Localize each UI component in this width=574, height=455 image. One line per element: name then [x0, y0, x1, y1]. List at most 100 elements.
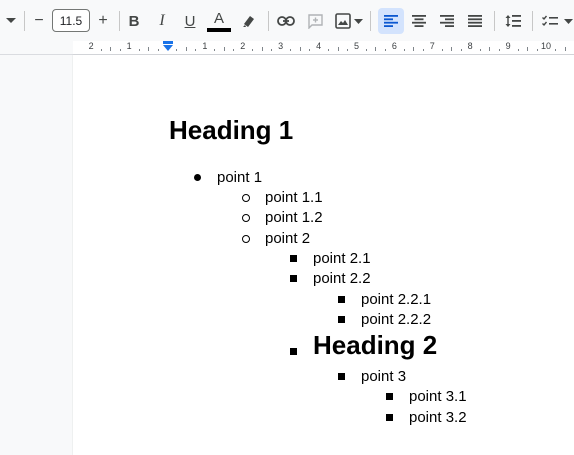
underline-button[interactable]: U — [179, 10, 201, 32]
ruler-tick — [536, 49, 538, 51]
insert-link-icon[interactable] — [275, 10, 297, 32]
ruler-number: 9 — [505, 41, 511, 51]
ruler-tick — [365, 49, 367, 51]
insert-image-icon[interactable] — [332, 10, 354, 32]
justify-button[interactable] — [464, 10, 486, 32]
ruler-tick — [479, 49, 481, 51]
toolbar: − 11.5 + B I U A — [0, 0, 574, 41]
ruler-number: 2 — [240, 41, 246, 51]
ruler-tick — [252, 49, 254, 51]
list-bullet — [290, 348, 297, 355]
align-left-button[interactable] — [378, 8, 404, 34]
ruler-tick — [564, 47, 566, 51]
heading-1: Heading 1 — [169, 115, 294, 145]
ruler-tick — [299, 47, 301, 51]
ruler-number: 8 — [467, 41, 473, 51]
italic-button[interactable]: I — [151, 10, 173, 32]
align-right-button[interactable] — [436, 10, 458, 32]
list-bullet — [338, 316, 345, 323]
font-size-input[interactable]: 11.5 — [52, 9, 90, 32]
ruler-number: 6 — [391, 41, 397, 51]
ruler-tick — [555, 49, 557, 51]
ruler-number: 3 — [278, 41, 284, 51]
ruler-tick — [290, 49, 292, 51]
bold-button[interactable]: B — [123, 10, 145, 32]
ruler-tick — [460, 49, 462, 51]
ruler: 2 1 1 2 3 4 5 6 7 8 9 10 — [0, 41, 574, 55]
list-bullet — [386, 414, 393, 421]
list-item: point 3 — [361, 368, 407, 385]
text-color-button[interactable]: A — [206, 8, 232, 34]
list-item: point 2.2 — [313, 270, 371, 287]
toolbar-divider — [268, 11, 269, 31]
text-color-swatch — [207, 27, 231, 32]
highlight-color-icon[interactable] — [238, 10, 260, 32]
toolbar-divider — [532, 11, 533, 31]
ruler-tick — [517, 49, 519, 51]
ruler-tick — [185, 47, 187, 51]
ruler-tick — [110, 47, 112, 51]
list-bullet — [386, 393, 393, 400]
list-item: point 2 — [265, 230, 311, 247]
ruler-tick — [413, 47, 415, 51]
ruler-tick — [422, 49, 424, 51]
checklist-icon[interactable] — [539, 10, 561, 32]
ruler-number: 4 — [316, 41, 322, 51]
align-center-button[interactable] — [408, 10, 430, 32]
font-dropdown-arrow-icon[interactable] — [2, 12, 20, 30]
ruler-tick — [441, 49, 443, 51]
ruler-tick — [403, 49, 405, 51]
list-bullet — [194, 174, 201, 181]
list-bullet — [242, 235, 250, 243]
list-item: point 1.1 — [265, 189, 323, 206]
ruler-tick — [309, 49, 311, 51]
list-bullet — [290, 255, 297, 262]
ruler-number: 10 — [540, 41, 552, 51]
ruler-tick — [384, 49, 386, 51]
list-item: point 2.2.1 — [361, 291, 432, 308]
list-item: point 1.2 — [265, 209, 323, 226]
ruler-tick — [195, 49, 197, 51]
document-page[interactable]: Heading 1 point 1 point 1.1 point 1.2 po… — [73, 55, 574, 455]
toolbar-divider — [494, 11, 495, 31]
ruler-tick — [375, 47, 377, 51]
ruler-tick — [138, 49, 140, 51]
ruler-tick — [337, 47, 339, 51]
toolbar-divider — [370, 11, 371, 31]
ruler-number: 5 — [353, 41, 360, 51]
ruler-tick — [233, 49, 235, 51]
ruler-tick — [489, 47, 491, 51]
list-bullet — [242, 194, 250, 202]
list-item: point 2.2.2 — [361, 311, 432, 328]
checklist-dropdown-icon[interactable] — [562, 14, 574, 28]
ruler-tick — [328, 49, 330, 51]
indent-marker-icon[interactable] — [162, 41, 174, 53]
ruler-tick — [498, 49, 500, 51]
ruler-tick — [451, 47, 453, 51]
list-item: point 2.1 — [313, 250, 371, 267]
add-comment-icon[interactable] — [304, 10, 326, 32]
document-canvas: Heading 1 point 1 point 1.1 point 1.2 po… — [0, 55, 574, 455]
increase-font-size-button[interactable]: + — [91, 9, 115, 32]
ruler-tick — [527, 47, 529, 51]
heading-2: Heading 2 — [313, 330, 438, 360]
ruler-tick — [347, 49, 349, 51]
ruler-tick — [100, 49, 102, 51]
list-item: point 1 — [217, 169, 263, 186]
ruler-tick — [119, 49, 121, 51]
ruler-tick — [148, 47, 150, 51]
decrease-font-size-button[interactable]: − — [27, 9, 51, 32]
ruler-tick — [223, 47, 225, 51]
toolbar-divider — [119, 11, 120, 31]
list-bullet — [338, 296, 345, 303]
ruler-tick — [271, 49, 273, 51]
ruler-tick — [176, 49, 178, 51]
list-item: point 3.2 — [409, 409, 467, 426]
ruler-number: 1 — [126, 41, 132, 51]
insert-image-dropdown-icon[interactable] — [352, 14, 364, 28]
ruler-tick — [261, 47, 263, 51]
list-bullet — [338, 373, 345, 380]
line-spacing-icon[interactable] — [502, 10, 524, 32]
ruler-number: 2 — [88, 41, 94, 51]
list-item: point 3.1 — [409, 388, 467, 405]
